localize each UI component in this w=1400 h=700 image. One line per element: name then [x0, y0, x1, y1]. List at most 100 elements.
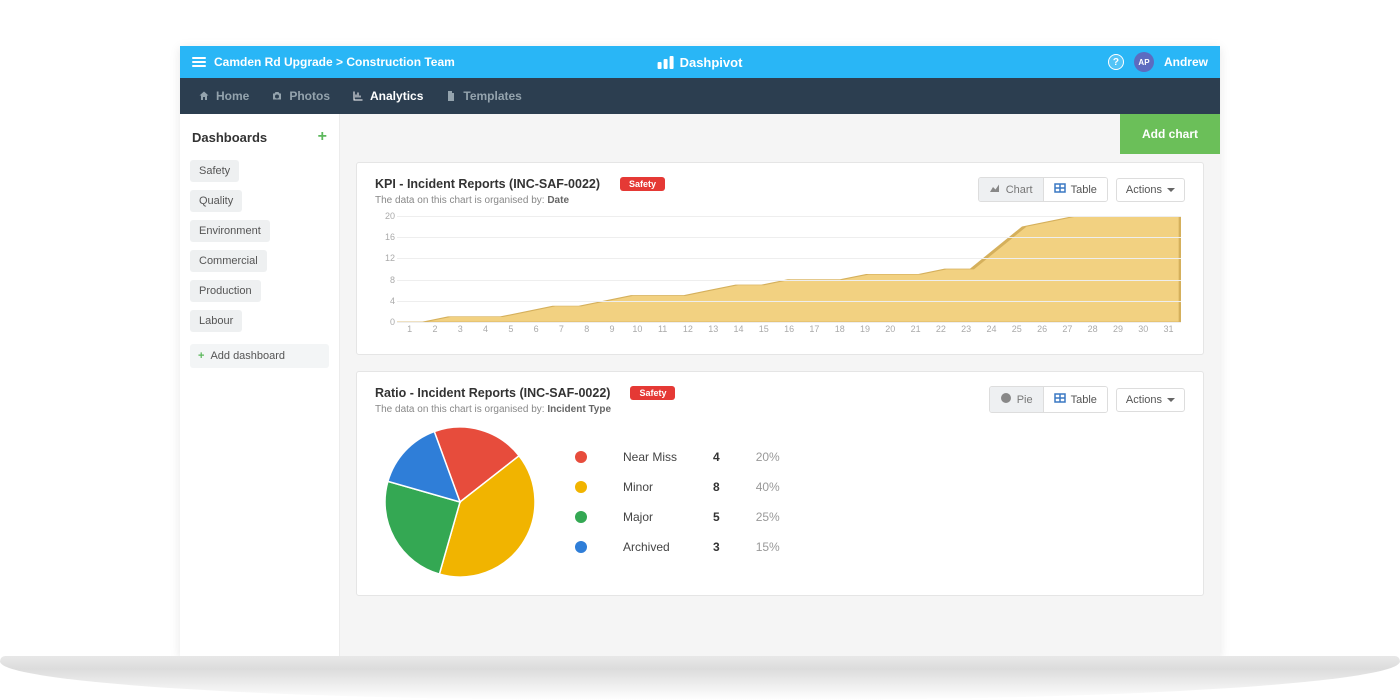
x-tick: 9: [599, 324, 624, 338]
document-icon: [445, 90, 457, 102]
logo-bars-icon: [658, 56, 674, 69]
x-tick: 12: [675, 324, 700, 338]
x-tick: 14: [726, 324, 751, 338]
legend-label: Near Miss: [623, 450, 677, 464]
sidebar-item-environment[interactable]: Environment: [190, 220, 270, 242]
kpi-view-toggle: Chart Table: [978, 177, 1108, 202]
legend-dot: [575, 511, 587, 523]
legend-count: 3: [713, 540, 720, 554]
sidebar-item-safety[interactable]: Safety: [190, 160, 239, 182]
y-tick: 8: [375, 275, 395, 285]
brand-logo: Dashpivot: [658, 55, 743, 70]
legend-label: Minor: [623, 480, 677, 494]
main-content: Add chart KPI - Incident Reports (INC-SA…: [340, 114, 1220, 656]
add-dashboard-button[interactable]: + Add dashboard: [190, 344, 329, 368]
ratio-actions-dropdown[interactable]: Actions: [1116, 388, 1185, 412]
app-window: Camden Rd Upgrade > Construction Team Da…: [180, 46, 1220, 656]
y-tick: 20: [375, 211, 395, 221]
pie-chart-icon: [1000, 392, 1012, 407]
view-chart-option[interactable]: Chart: [979, 178, 1043, 201]
breadcrumb[interactable]: Camden Rd Upgrade > Construction Team: [214, 55, 455, 69]
topbar: Camden Rd Upgrade > Construction Team Da…: [180, 46, 1220, 78]
menu-icon[interactable]: [192, 57, 206, 67]
ratio-card-subtitle: The data on this chart is organised by: …: [375, 404, 675, 415]
legend-label: Archived: [623, 540, 677, 554]
nav-photos[interactable]: Photos: [271, 89, 330, 103]
x-tick: 5: [498, 324, 523, 338]
y-tick: 4: [375, 296, 395, 306]
add-dashboard-label: Add dashboard: [210, 350, 285, 362]
nav-templates-label: Templates: [463, 89, 521, 103]
x-tick: 6: [523, 324, 548, 338]
x-tick: 26: [1029, 324, 1054, 338]
sidebar: Dashboards + SafetyQualityEnvironmentCom…: [180, 114, 340, 656]
x-tick: 19: [852, 324, 877, 338]
kpi-actions-dropdown[interactable]: Actions: [1116, 178, 1185, 202]
help-icon[interactable]: ?: [1108, 54, 1124, 70]
view-table-option[interactable]: Table: [1043, 178, 1107, 201]
nav-analytics-label: Analytics: [370, 89, 423, 103]
x-tick: 27: [1055, 324, 1080, 338]
x-tick: 13: [701, 324, 726, 338]
home-icon: [198, 90, 210, 102]
camera-icon: [271, 90, 283, 102]
legend-label: Major: [623, 510, 677, 524]
x-tick: 23: [954, 324, 979, 338]
sidebar-item-labour[interactable]: Labour: [190, 310, 242, 332]
table-icon: [1054, 393, 1066, 406]
x-tick: 8: [574, 324, 599, 338]
y-tick: 16: [375, 232, 395, 242]
x-tick: 3: [448, 324, 473, 338]
x-tick: 24: [979, 324, 1004, 338]
view-table-option[interactable]: Table: [1043, 387, 1107, 412]
legend-percent: 20%: [756, 450, 780, 464]
nav-home[interactable]: Home: [198, 89, 249, 103]
legend-dot: [575, 451, 587, 463]
x-tick: 29: [1105, 324, 1130, 338]
kpi-card-title: KPI - Incident Reports (INC-SAF-0022): [375, 177, 600, 191]
legend-count: 5: [713, 510, 720, 524]
table-icon: [1054, 183, 1066, 196]
x-tick: 20: [878, 324, 903, 338]
sidebar-item-production[interactable]: Production: [190, 280, 261, 302]
device-stand: [0, 656, 1400, 700]
ratio-view-toggle: Pie Table: [989, 386, 1108, 413]
y-tick: 0: [375, 317, 395, 327]
legend-percent: 15%: [756, 540, 780, 554]
kpi-area-chart: 048121620 123456789101112131415161718192…: [397, 216, 1181, 336]
x-tick: 2: [422, 324, 447, 338]
legend-dot: [575, 481, 587, 493]
sidebar-item-commercial[interactable]: Commercial: [190, 250, 267, 272]
sidebar-item-quality[interactable]: Quality: [190, 190, 242, 212]
safety-badge: Safety: [620, 177, 665, 191]
kpi-card-subtitle: The data on this chart is organised by: …: [375, 195, 665, 206]
legend-count: 4: [713, 450, 720, 464]
chevron-down-icon: [1167, 188, 1175, 192]
ratio-card-title: Ratio - Incident Reports (INC-SAF-0022): [375, 386, 610, 400]
nav-analytics[interactable]: Analytics: [352, 89, 423, 103]
chevron-down-icon: [1167, 398, 1175, 402]
x-tick: 7: [549, 324, 574, 338]
pie-legend: Near Miss420%Minor840%Major525%Archived3…: [575, 450, 780, 554]
view-table-label: Table: [1071, 184, 1097, 196]
x-tick: 25: [1004, 324, 1029, 338]
actions-label: Actions: [1126, 394, 1162, 406]
avatar[interactable]: AP: [1134, 52, 1154, 72]
actions-label: Actions: [1126, 184, 1162, 196]
ratio-card: Ratio - Incident Reports (INC-SAF-0022) …: [356, 371, 1204, 596]
x-tick: 16: [776, 324, 801, 338]
legend-count: 8: [713, 480, 720, 494]
add-dashboard-plus-icon[interactable]: +: [318, 128, 327, 146]
legend-percent: 25%: [756, 510, 780, 524]
x-tick: 21: [903, 324, 928, 338]
ratio-pie-chart: [385, 427, 535, 577]
user-name[interactable]: Andrew: [1164, 55, 1208, 69]
nav-templates[interactable]: Templates: [445, 89, 521, 103]
x-tick: 11: [650, 324, 675, 338]
view-chart-label: Chart: [1006, 184, 1033, 196]
x-tick: 22: [928, 324, 953, 338]
main-nav: Home Photos Analytics Templates: [180, 78, 1220, 114]
add-chart-button[interactable]: Add chart: [1120, 114, 1220, 154]
plus-icon: +: [198, 350, 204, 362]
view-pie-option[interactable]: Pie: [990, 387, 1043, 412]
